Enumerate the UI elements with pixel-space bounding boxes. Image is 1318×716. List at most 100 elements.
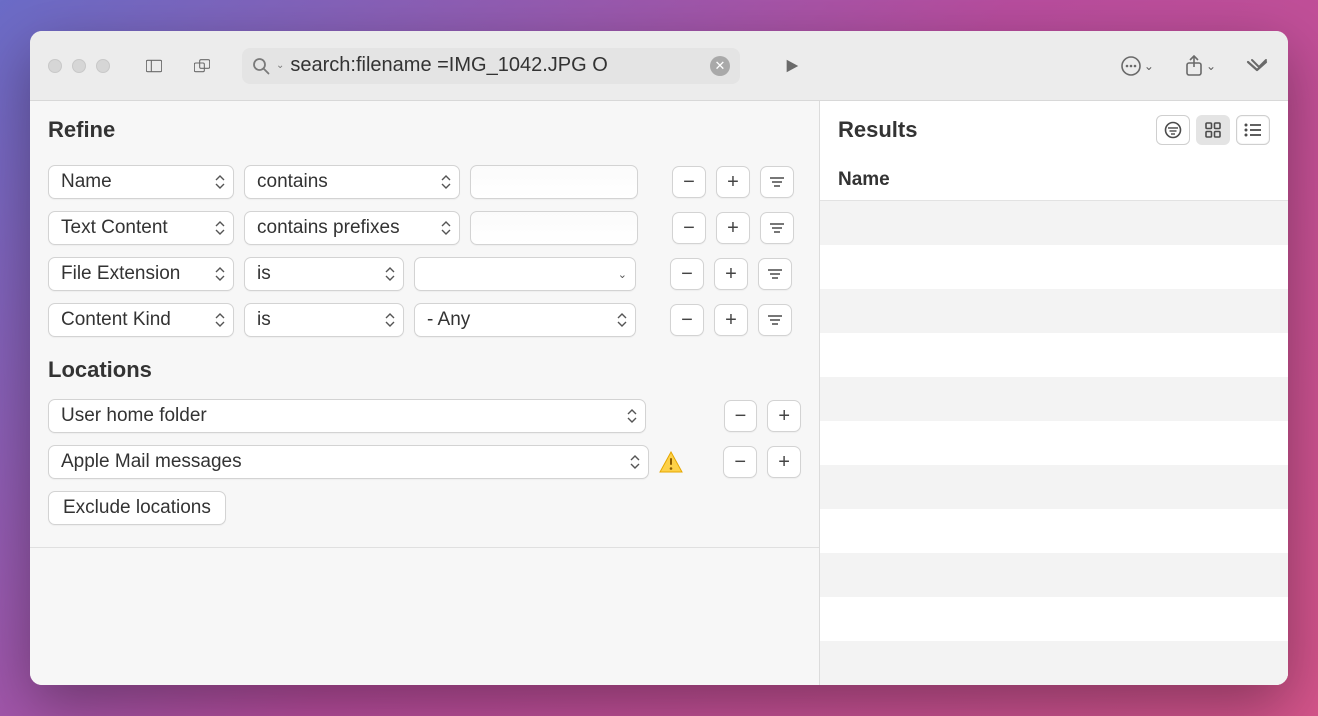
add-row-button[interactable]: +	[716, 212, 750, 244]
value-input[interactable]	[470, 211, 638, 245]
search-dropdown-caret[interactable]: ⌄	[276, 60, 284, 71]
chevron-down-icon: ⌄	[1144, 59, 1154, 73]
value-select[interactable]: - Any	[414, 303, 636, 337]
result-row-empty	[820, 465, 1288, 509]
exclude-row: Exclude locations	[30, 485, 819, 531]
warning-icon	[659, 451, 683, 473]
results-rows	[820, 201, 1288, 685]
overflow-button[interactable]	[1246, 58, 1270, 74]
refine-row: Name contains − +	[30, 159, 819, 205]
result-row-empty	[820, 421, 1288, 465]
operator-select[interactable]: is	[244, 303, 404, 337]
attribute-label: Text Content	[61, 217, 168, 239]
row-options-button[interactable]	[758, 304, 792, 336]
attribute-label: File Extension	[61, 263, 180, 285]
value-combo[interactable]: ⌄	[414, 257, 636, 291]
filter-view-button[interactable]	[1156, 115, 1190, 145]
search-clear-button[interactable]: ✕	[710, 56, 730, 76]
updown-caret-icon	[385, 313, 395, 327]
more-actions-button[interactable]: ⌄	[1120, 55, 1154, 77]
titlebar: ⌄ ✕ ⌄ ⌄	[30, 31, 1288, 101]
location-select[interactable]: Apple Mail messages	[48, 445, 649, 479]
result-row-empty	[820, 289, 1288, 333]
remove-row-button[interactable]: −	[670, 304, 704, 336]
remove-location-button[interactable]: −	[724, 400, 758, 432]
toolbar-left-icons	[140, 52, 216, 80]
updown-caret-icon	[215, 175, 225, 189]
results-pane: Results Name	[820, 101, 1288, 685]
grid-view-button[interactable]	[1196, 115, 1230, 145]
location-label: Apple Mail messages	[61, 451, 242, 473]
row-options-button[interactable]	[760, 212, 794, 244]
locations-title: Locations	[30, 343, 819, 393]
column-name-header: Name	[838, 169, 890, 191]
attribute-label: Content Kind	[61, 309, 171, 331]
updown-caret-icon	[385, 267, 395, 281]
location-row: User home folder − +	[30, 393, 819, 439]
operator-label: contains	[257, 171, 328, 193]
location-select[interactable]: User home folder	[48, 399, 646, 433]
sidebar-toggle-icon[interactable]	[140, 52, 168, 80]
zoom-window-button[interactable]	[96, 59, 110, 73]
value-input[interactable]	[470, 165, 638, 199]
toolbar-right: ⌄ ⌄	[1120, 55, 1270, 77]
refine-row: Text Content contains prefixes − +	[30, 205, 819, 251]
refine-row: File Extension is ⌄ − +	[30, 251, 819, 297]
updown-caret-icon	[441, 175, 451, 189]
operator-select[interactable]: contains prefixes	[244, 211, 460, 245]
refine-row: Content Kind is - Any	[30, 297, 819, 343]
search-icon	[252, 57, 270, 75]
result-row-empty	[820, 509, 1288, 553]
results-header: Results	[820, 101, 1288, 159]
share-button[interactable]: ⌄	[1184, 55, 1216, 77]
operator-select[interactable]: is	[244, 257, 404, 291]
add-location-button[interactable]: +	[767, 400, 801, 432]
content-area: Refine Name contains − +	[30, 101, 1288, 685]
minimize-window-button[interactable]	[72, 59, 86, 73]
remove-row-button[interactable]: −	[670, 258, 704, 290]
exclude-label: Exclude locations	[63, 497, 211, 519]
result-row-empty	[820, 553, 1288, 597]
add-location-button[interactable]: +	[767, 446, 801, 478]
results-column-header[interactable]: Name	[820, 159, 1288, 201]
remove-location-button[interactable]: −	[723, 446, 757, 478]
result-row-empty	[820, 641, 1288, 685]
updown-caret-icon	[215, 267, 225, 281]
refine-title: Refine	[30, 101, 819, 159]
result-row-empty	[820, 245, 1288, 289]
updown-caret-icon	[630, 455, 640, 469]
duplicate-window-icon[interactable]	[188, 52, 216, 80]
attribute-select[interactable]: Content Kind	[48, 303, 234, 337]
result-row-empty	[820, 333, 1288, 377]
remove-row-button[interactable]: −	[672, 166, 706, 198]
operator-label: contains prefixes	[257, 217, 400, 239]
add-row-button[interactable]: +	[716, 166, 750, 198]
attribute-select[interactable]: Name	[48, 165, 234, 199]
add-row-button[interactable]: +	[714, 258, 748, 290]
refine-pane: Refine Name contains − +	[30, 101, 820, 685]
app-window: ⌄ ✕ ⌄ ⌄ Refine	[30, 31, 1288, 685]
exclude-locations-button[interactable]: Exclude locations	[48, 491, 226, 525]
updown-caret-icon	[215, 313, 225, 327]
updown-caret-icon	[215, 221, 225, 235]
attribute-select[interactable]: File Extension	[48, 257, 234, 291]
updown-caret-icon	[441, 221, 451, 235]
result-row-empty	[820, 201, 1288, 245]
remove-row-button[interactable]: −	[672, 212, 706, 244]
result-row-empty	[820, 377, 1288, 421]
chevron-down-icon: ⌄	[1206, 59, 1216, 73]
run-search-button[interactable]	[778, 52, 806, 80]
attribute-select[interactable]: Text Content	[48, 211, 234, 245]
row-options-button[interactable]	[760, 166, 794, 198]
operator-label: is	[257, 263, 271, 285]
search-input[interactable]	[290, 48, 704, 84]
row-options-button[interactable]	[758, 258, 792, 290]
search-field[interactable]: ⌄ ✕	[242, 48, 740, 84]
operator-select[interactable]: contains	[244, 165, 460, 199]
list-view-button[interactable]	[1236, 115, 1270, 145]
close-window-button[interactable]	[48, 59, 62, 73]
add-row-button[interactable]: +	[714, 304, 748, 336]
divider	[30, 547, 819, 548]
location-label: User home folder	[61, 405, 207, 427]
result-row-empty	[820, 597, 1288, 641]
